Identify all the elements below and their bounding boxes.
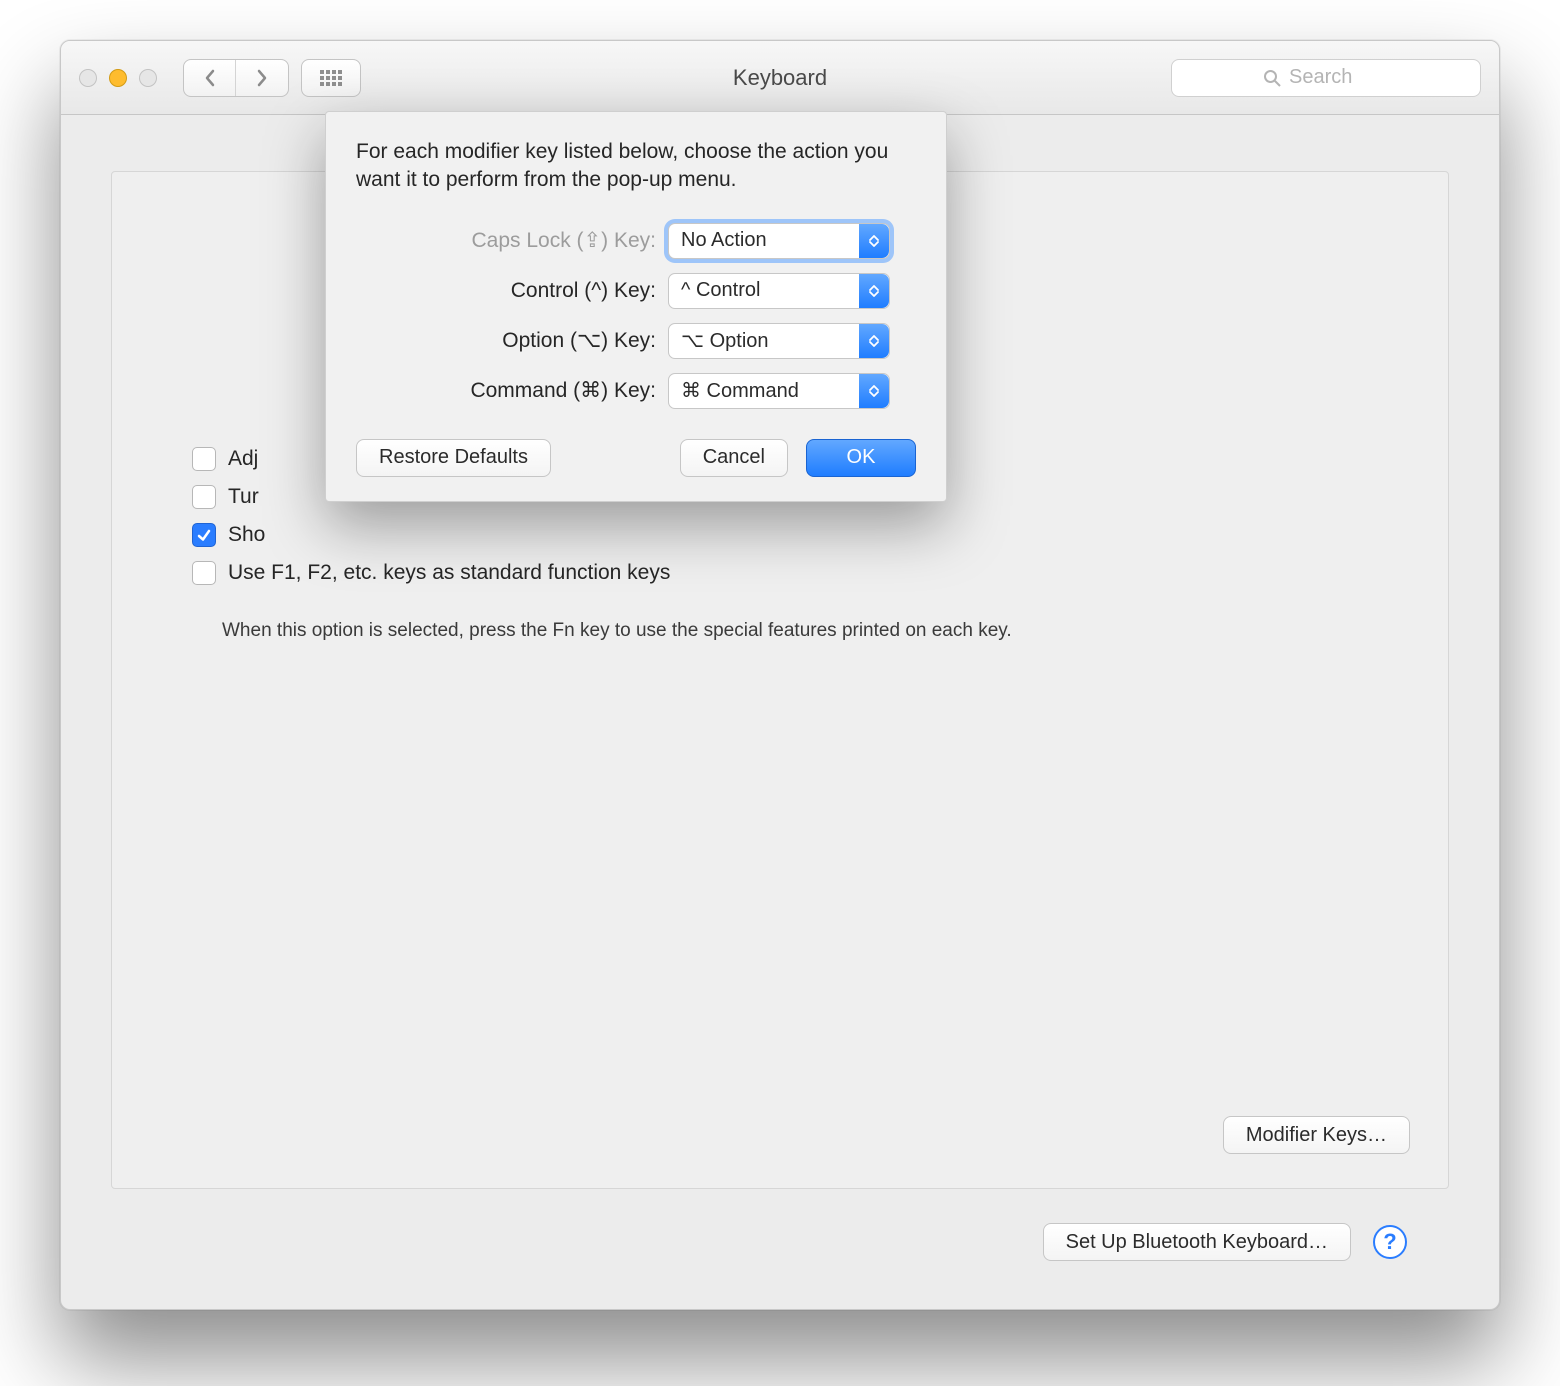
modifier-select[interactable]: No Action (668, 223, 890, 259)
setup-bluetooth-button[interactable]: Set Up Bluetooth Keyboard… (1043, 1223, 1351, 1261)
forward-button[interactable] (236, 60, 288, 96)
footer-row: Set Up Bluetooth Keyboard… ? (1043, 1223, 1407, 1261)
modifier-select[interactable]: ^ Control (668, 273, 890, 309)
updown-arrows-icon (859, 374, 889, 408)
modifier-row: Option (⌥) Key: ⌥ Option (356, 323, 916, 359)
select-value: No Action (681, 229, 767, 252)
close-button[interactable] (79, 69, 97, 87)
question-mark-icon: ? (1383, 1229, 1396, 1255)
modifier-label: Control (^) Key: (356, 279, 668, 303)
modifier-label: Command (⌘) Key: (356, 378, 668, 403)
fkeys-hint: When this option is selected, press the … (222, 620, 1012, 642)
checkbox-icon (192, 561, 216, 585)
search-input[interactable] (1289, 66, 1389, 89)
modifier-keys-sheet: For each modifier key listed below, choo… (325, 111, 947, 502)
checkbox-icon (192, 485, 216, 509)
modifier-keys-row: Modifier Keys… (1223, 1116, 1410, 1154)
select-value: ^ Control (681, 279, 760, 302)
grid-icon (320, 70, 342, 86)
modifier-select[interactable]: ⌘ Command (668, 373, 890, 409)
cancel-button[interactable]: Cancel (680, 439, 788, 477)
traffic-lights (79, 69, 157, 87)
titlebar: Keyboard (61, 41, 1499, 115)
modifier-keys-button[interactable]: Modifier Keys… (1223, 1116, 1410, 1154)
modifier-row: Control (^) Key: ^ Control (356, 273, 916, 309)
zoom-button[interactable] (139, 69, 157, 87)
checkbox-fkeys[interactable]: Use F1, F2, etc. keys as standard functi… (192, 561, 670, 585)
checkbox-label: Use F1, F2, etc. keys as standard functi… (228, 561, 670, 585)
select-value: ⌥ Option (681, 328, 769, 353)
updown-arrows-icon (859, 324, 889, 358)
checkbox-icon (192, 523, 216, 547)
checkbox-show[interactable]: Sho (192, 523, 670, 547)
modifier-label: Caps Lock (⇪) Key: (356, 228, 668, 253)
system-preferences-window: Keyboard Adj Tur Sho U (60, 40, 1500, 1310)
sheet-description: For each modifier key listed below, choo… (356, 138, 916, 195)
help-button[interactable]: ? (1373, 1225, 1407, 1259)
modifier-select[interactable]: ⌥ Option (668, 323, 890, 359)
sheet-button-row: Restore Defaults Cancel OK (356, 439, 916, 477)
updown-arrows-icon (859, 224, 889, 258)
chevron-right-icon (255, 69, 269, 87)
checkbox-label: Tur (228, 485, 259, 509)
restore-defaults-button[interactable]: Restore Defaults (356, 439, 551, 477)
minimize-button[interactable] (109, 69, 127, 87)
ok-button[interactable]: OK (806, 439, 916, 477)
checkbox-label: Adj (228, 447, 258, 471)
checkbox-icon (192, 447, 216, 471)
select-value: ⌘ Command (681, 378, 799, 403)
modifier-row: Command (⌘) Key: ⌘ Command (356, 373, 916, 409)
checkbox-label: Sho (228, 523, 265, 547)
back-button[interactable] (184, 60, 236, 96)
search-icon (1263, 69, 1281, 87)
updown-arrows-icon (859, 274, 889, 308)
show-all-button[interactable] (301, 59, 361, 97)
modifier-row: Caps Lock (⇪) Key: No Action (356, 223, 916, 259)
nav-segment (183, 59, 289, 97)
chevron-left-icon (203, 69, 217, 87)
modifier-label: Option (⌥) Key: (356, 328, 668, 353)
search-field[interactable] (1171, 59, 1481, 97)
